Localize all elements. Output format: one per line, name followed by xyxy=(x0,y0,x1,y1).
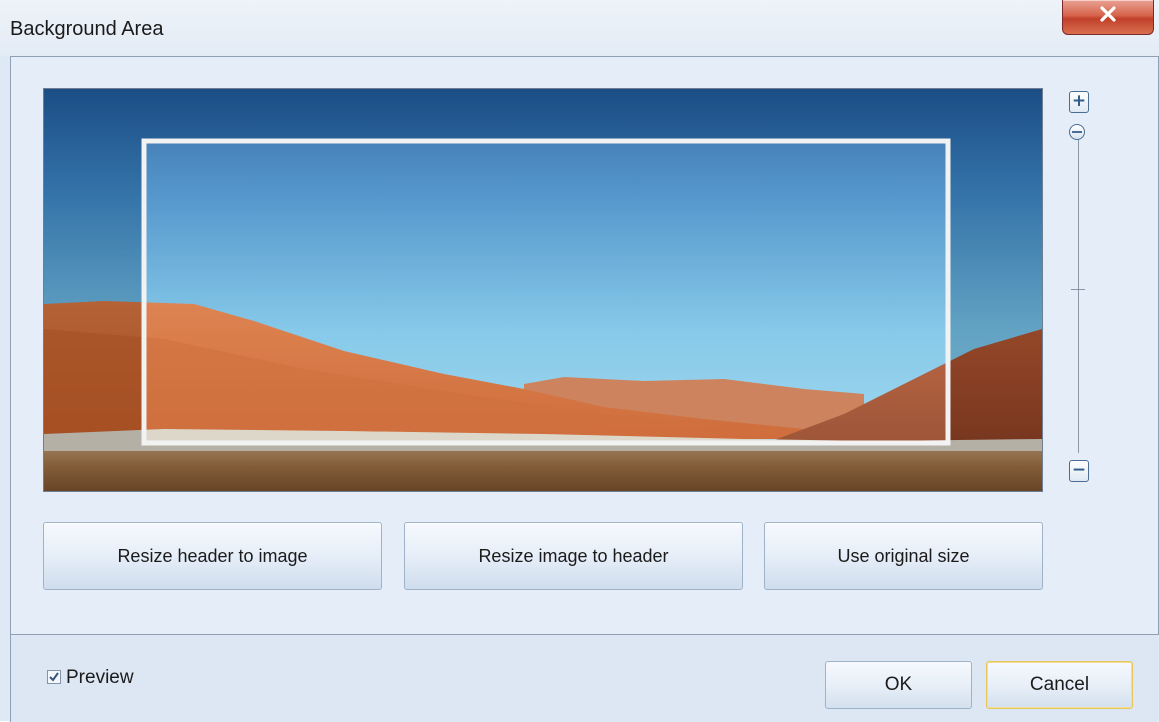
cancel-button[interactable]: Cancel xyxy=(986,661,1133,709)
ok-button[interactable]: OK xyxy=(825,661,972,709)
resize-image-label: Resize image to header xyxy=(478,545,669,566)
ok-label: OK xyxy=(884,674,913,695)
check-icon xyxy=(49,672,59,682)
title-bar: Background Area xyxy=(0,0,1159,56)
minus-icon: − xyxy=(1071,460,1087,480)
zoom-in-button[interactable]: + xyxy=(1069,91,1089,113)
use-original-size-button[interactable]: Use original size xyxy=(764,522,1043,590)
background-image-preview[interactable] xyxy=(43,88,1043,492)
resize-header-to-image-button[interactable]: Resize header to image xyxy=(43,522,382,590)
plus-icon: + xyxy=(1071,91,1087,111)
zoom-out-button[interactable]: − xyxy=(1069,460,1089,482)
dialog-title: Background Area xyxy=(10,18,164,40)
zoom-slider-track[interactable] xyxy=(1078,135,1079,453)
background-area-dialog: Background Area + − Resize header to ima… xyxy=(0,0,1159,722)
resize-header-label: Resize header to image xyxy=(117,545,308,566)
zoom-slider-tick xyxy=(1071,289,1085,290)
preview-checkbox[interactable] xyxy=(47,670,61,684)
header-crop-frame[interactable] xyxy=(141,138,951,446)
resize-image-to-header-button[interactable]: Resize image to header xyxy=(404,522,743,590)
close-button[interactable] xyxy=(1062,0,1154,35)
zoom-slider-thumb[interactable] xyxy=(1069,124,1085,140)
preview-label: Preview xyxy=(66,667,134,688)
close-icon xyxy=(1100,6,1116,22)
original-size-label: Use original size xyxy=(837,545,970,566)
cancel-label: Cancel xyxy=(1029,674,1090,695)
